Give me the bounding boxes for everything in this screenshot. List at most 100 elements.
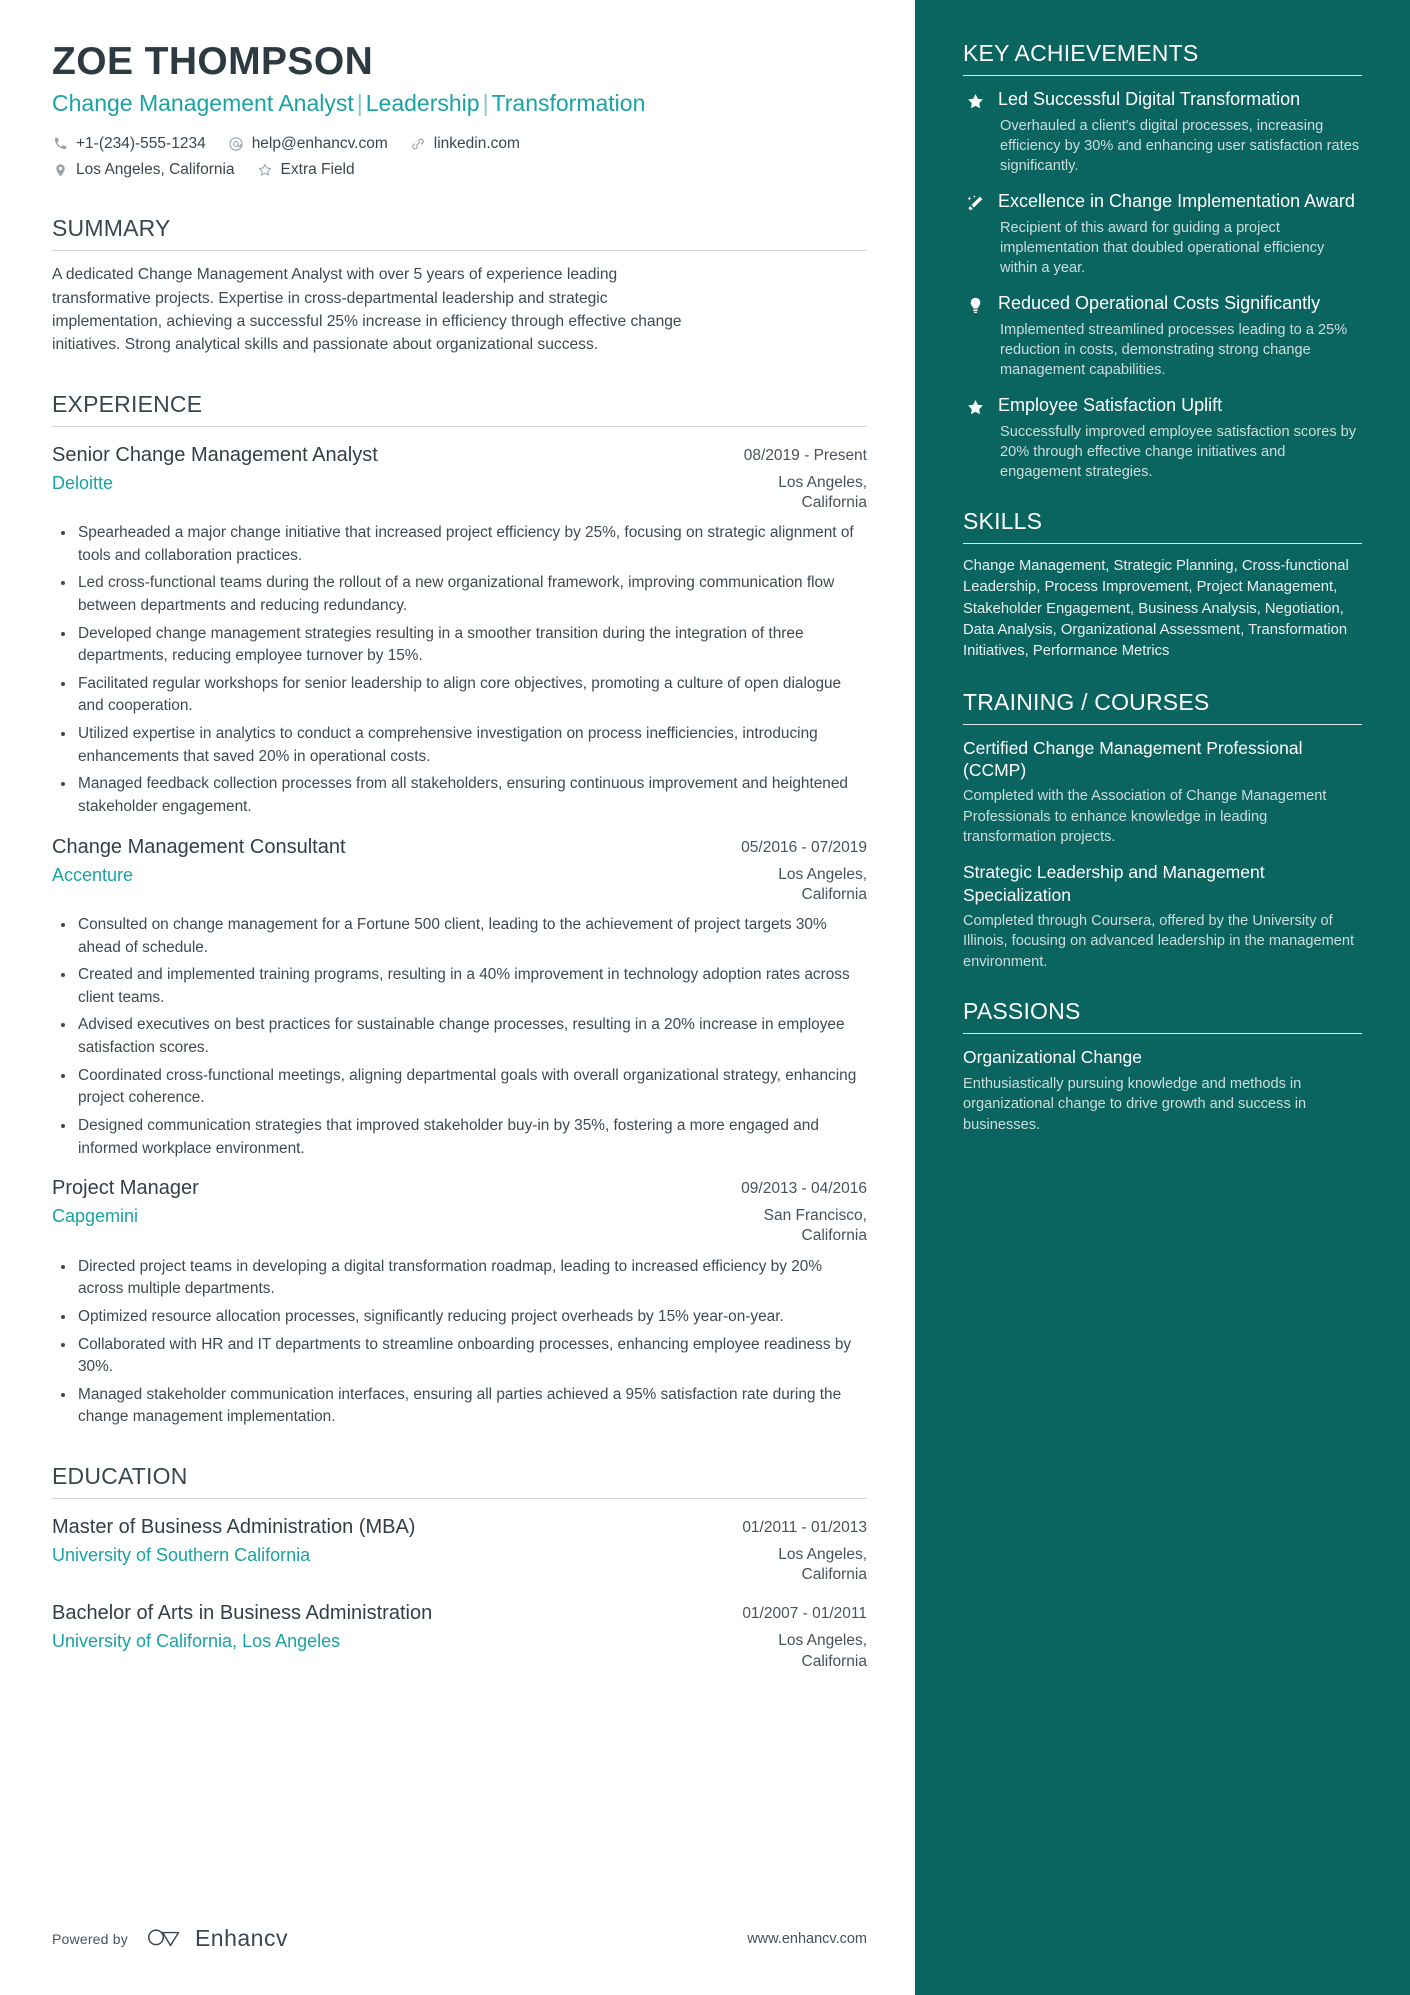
star-icon: [963, 394, 987, 482]
list-item: Coordinated cross-functional meetings, a…: [61, 1065, 867, 1110]
school-name[interactable]: University of Southern California: [52, 1543, 732, 1567]
achievement-item: Led Successful Digital Transformation Ov…: [963, 88, 1362, 176]
headline-part-2: Leadership: [365, 89, 480, 116]
contact-extra-field-text: Extra Field: [280, 161, 355, 179]
degree-title: Bachelor of Arts in Business Administrat…: [52, 1602, 433, 1625]
list-item: Collaborated with HR and IT departments …: [61, 1334, 867, 1379]
list-item: Advised executives on best practices for…: [61, 1014, 867, 1059]
achievement-description: Successfully improved employee satisfact…: [1000, 423, 1357, 481]
skills-heading: SKILLS: [963, 508, 1043, 535]
course-title: Certified Change Management Professional…: [963, 737, 1303, 780]
section-key-achievements: KEY ACHIEVEMENTS Led Successful Digital …: [963, 40, 1362, 482]
achievement-body: Employee Satisfaction Uplift Successfull…: [998, 394, 1362, 482]
entry-header: Bachelor of Arts in Business Administrat…: [52, 1600, 867, 1626]
achievement-body: Excellence in Change Implementation Awar…: [998, 190, 1362, 278]
education-heading: EDUCATION: [52, 1463, 188, 1490]
list-item: Utilized expertise in analytics to condu…: [61, 723, 867, 768]
location-icon: [52, 162, 69, 179]
company-name[interactable]: Accenture: [52, 863, 732, 887]
enhancv-logo[interactable]: Enhancv: [146, 1924, 288, 1953]
experience-entry: Change Management Consultant 05/2016 - 0…: [52, 834, 867, 1161]
section-passions: PASSIONS Organizational Change Enthusias…: [963, 998, 1362, 1135]
job-title: Change Management Consultant: [52, 835, 346, 858]
list-item: Led cross-functional teams during the ro…: [61, 572, 867, 617]
achievements-heading: KEY ACHIEVEMENTS: [963, 40, 1199, 66]
divider: [52, 250, 867, 252]
achievement-description: Implemented streamlined processes leadin…: [1000, 321, 1348, 379]
achievement-description: Overhauled a client's digital processes,…: [1000, 117, 1360, 174]
job-location: San Francisco, California: [763, 1207, 867, 1245]
company-name[interactable]: Deloitte: [52, 471, 732, 495]
job-date: 08/2019 - Present: [743, 446, 867, 464]
star-icon: [963, 88, 987, 176]
lightbulb-icon: [963, 292, 987, 380]
star-outline-icon: [257, 162, 274, 179]
achievement-body: Reduced Operational Costs Significantly …: [998, 292, 1362, 380]
section-skills: SKILLS Change Management, Strategic Plan…: [963, 508, 1362, 662]
main-column: ZOE THOMPSON Change Management Analyst | L…: [0, 0, 915, 1995]
company-name[interactable]: Capgemini: [52, 1204, 732, 1228]
headline-separator: |: [356, 89, 363, 116]
achievement-description: Recipient of this award for guiding a pr…: [1000, 219, 1325, 276]
magic-wand-icon: [963, 190, 987, 278]
page-title: ZOE THOMPSON: [52, 40, 374, 83]
job-bullets: Spearheaded a major change initiative th…: [52, 522, 867, 819]
footer-brand-group: Powered by Enhancv: [52, 1924, 288, 1953]
entry-subheader: University of Southern California Los An…: [52, 1543, 867, 1585]
contact-email[interactable]: help@enhancv.com: [228, 133, 388, 155]
contact-extra-field[interactable]: Extra Field: [257, 159, 355, 181]
resume-page: ZOE THOMPSON Change Management Analyst | L…: [0, 0, 1410, 1995]
contact-row-2: Los Angeles, California Extra Field: [52, 159, 867, 181]
passion-item: Organizational Change Enthusiastically p…: [963, 1046, 1362, 1135]
job-date: 05/2016 - 07/2019: [741, 838, 867, 856]
contact-linkedin[interactable]: linkedin.com: [410, 133, 520, 155]
school-name[interactable]: University of California, Los Angeles: [52, 1629, 732, 1653]
divider: [963, 1033, 1362, 1035]
job-date: 09/2013 - 04/2016: [741, 1180, 867, 1198]
divider: [963, 75, 1362, 76]
training-heading: TRAINING / COURSES: [963, 688, 1210, 715]
section-training-courses: TRAINING / COURSES Certified Change Mana…: [963, 689, 1362, 972]
divider: [963, 723, 1362, 725]
headline-part-3: Transformation: [491, 89, 646, 116]
page-footer: Powered by Enhancv www.enhancv.com: [52, 1924, 867, 1953]
contact-location-text: Los Angeles, California: [76, 161, 235, 179]
section-summary: SUMMARY A dedicated Change Management An…: [52, 215, 867, 357]
headline-separator: |: [482, 89, 489, 116]
skills-list: Change Management, Strategic Planning, C…: [963, 558, 1349, 660]
summary-text: A dedicated Change Management Analyst wi…: [52, 266, 682, 354]
course-item: Certified Change Management Professional…: [963, 737, 1362, 848]
achievement-title: Employee Satisfaction Uplift: [998, 395, 1223, 416]
entry-header: Senior Change Management Analyst 08/2019…: [52, 442, 867, 468]
section-education: EDUCATION Master of Business Administrat…: [52, 1463, 867, 1672]
list-item: Facilitated regular workshops for senior…: [61, 673, 867, 718]
achievement-item: Excellence in Change Implementation Awar…: [963, 190, 1362, 278]
headline-part-1: Change Management Analyst: [52, 89, 354, 116]
divider: [52, 1498, 867, 1500]
entry-header: Project Manager 09/2013 - 04/2016: [52, 1175, 867, 1201]
experience-entry: Project Manager 09/2013 - 04/2016 Capgem…: [52, 1175, 867, 1429]
list-item: Directed project teams in developing a d…: [61, 1256, 867, 1301]
contact-phone-text: +1-(234)-555-1234: [76, 134, 206, 152]
degree-title: Master of Business Administration (MBA): [52, 1516, 416, 1539]
summary-heading: SUMMARY: [52, 215, 171, 242]
degree-date: 01/2007 - 01/2011: [742, 1605, 867, 1623]
entry-subheader: Accenture Los Angeles, California: [52, 863, 867, 905]
contact-email-text: help@enhancv.com: [251, 134, 388, 152]
list-item: Designed communication strategies that i…: [61, 1115, 867, 1160]
entry-subheader: University of California, Los Angeles Lo…: [52, 1629, 867, 1671]
contact-row-1: +1-(234)-555-1234 help@enhancv.com linke…: [52, 133, 867, 155]
section-experience: EXPERIENCE Senior Change Management Anal…: [52, 391, 867, 1429]
education-entry: Master of Business Administration (MBA) …: [52, 1514, 867, 1585]
achievement-item: Reduced Operational Costs Significantly …: [963, 292, 1362, 380]
email-icon: [228, 135, 245, 152]
list-item: Consulted on change management for a For…: [61, 914, 867, 959]
list-item: Optimized resource allocation processes,…: [61, 1306, 867, 1329]
course-description: Completed through Coursera, offered by t…: [963, 912, 1355, 970]
passion-description: Enthusiastically pursuing knowledge and …: [963, 1075, 1307, 1133]
list-item: Spearheaded a major change initiative th…: [61, 522, 867, 567]
footer-url[interactable]: www.enhancv.com: [747, 1931, 867, 1947]
contact-location[interactable]: Los Angeles, California: [52, 159, 235, 181]
contact-phone[interactable]: +1-(234)-555-1234: [52, 133, 206, 155]
job-location: Los Angeles, California: [778, 865, 867, 903]
